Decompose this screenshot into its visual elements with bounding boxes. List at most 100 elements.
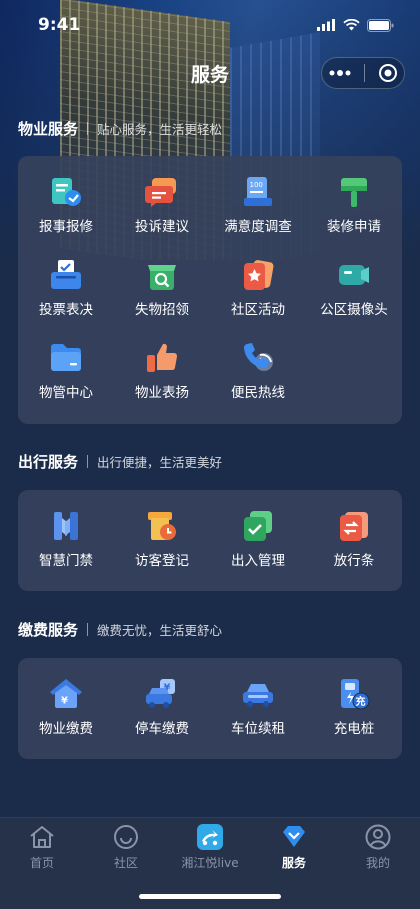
service-item-label: 物业表扬 (135, 385, 189, 401)
wifi-icon (343, 19, 360, 31)
tab-profile[interactable]: 我的 (336, 818, 420, 876)
service-item-label: 投票表决 (39, 302, 93, 318)
payment-services-card: ¥ 物业缴费 ¥ 停车缴费 车位续租 充 充电桩 (18, 658, 402, 759)
service-item-label: 放行条 (333, 553, 375, 569)
service-item-release-pass[interactable]: 放行条 (306, 490, 402, 573)
section-header-payment: 缴费服务 缴费无忧，生活更舒心 (18, 619, 222, 640)
release-pass-icon (340, 512, 368, 541)
section-divider (87, 455, 89, 468)
tab-label: 服务 (281, 856, 306, 870)
status-time: 9:41 (38, 15, 81, 35)
service-item-label: 出入管理 (231, 553, 285, 569)
car-yuan-icon: ¥ (146, 679, 175, 708)
paint-roller-icon (341, 178, 367, 207)
service-item-vote[interactable]: 投票表决 (18, 239, 114, 322)
gate-icon (54, 512, 78, 540)
status-bar: 9:41 (0, 0, 420, 50)
service-item-camera[interactable]: 公区摄像头 (306, 239, 402, 322)
section-title: 物业服务 (18, 120, 79, 138)
service-item-hotline[interactable]: 便民热线 (210, 322, 306, 405)
property-services-card: 报事报修 投诉建议 100 满意度调查 装修申请 投票表决 失物招领 社区活动 (18, 156, 402, 424)
vote-box-icon (51, 260, 81, 289)
thumbs-up-icon (147, 343, 178, 372)
smile-icon (114, 825, 138, 849)
section-subtitle: 贴心服务，生活更轻松 (97, 122, 223, 137)
service-item-parking-renewal[interactable]: 车位续租 (210, 658, 306, 741)
service-item-smart-gate[interactable]: 智慧门禁 (18, 490, 114, 573)
close-target-icon[interactable] (378, 63, 398, 83)
service-item-charging-pile[interactable]: 充 充电桩 (306, 658, 402, 741)
service-item-community-event[interactable]: 社区活动 (210, 239, 306, 322)
svg-text:100: 100 (250, 181, 263, 189)
service-item-label: 报事报修 (39, 219, 93, 235)
tab-live[interactable]: 湘江悦live (168, 818, 252, 876)
service-item-label: 便民热线 (231, 385, 285, 401)
service-item-label: 物业缴费 (39, 721, 93, 737)
capsule-divider (363, 64, 365, 82)
section-title: 缴费服务 (18, 621, 79, 639)
tab-label: 湘江悦live (181, 856, 239, 870)
section-subtitle: 缴费无忧，生活更舒心 (97, 623, 223, 638)
status-icons (317, 18, 394, 32)
service-item-label: 失物招领 (135, 302, 189, 318)
service-diamond-icon (283, 826, 305, 847)
access-check-icon (244, 511, 272, 541)
service-item-label: 智慧门禁 (39, 553, 93, 569)
tab-community[interactable]: 社区 (84, 818, 168, 876)
complaint-chat-icon (145, 178, 176, 207)
service-item-label: 公区摄像头 (320, 302, 388, 318)
mini-program-capsule (321, 57, 405, 89)
battery-icon (367, 18, 394, 32)
tab-services[interactable]: 服务 (252, 818, 336, 876)
service-item-parking-fee[interactable]: ¥ 停车缴费 (114, 658, 210, 741)
service-item-label: 充电桩 (333, 721, 375, 737)
section-divider (87, 623, 89, 636)
more-icon[interactable] (329, 70, 351, 76)
service-item-survey[interactable]: 100 满意度调查 (210, 156, 306, 239)
service-item-label: 社区活动 (231, 302, 285, 318)
service-item-label: 装修申请 (327, 219, 381, 235)
service-item-decoration[interactable]: 装修申请 (306, 156, 402, 239)
tab-label: 首页 (29, 856, 54, 870)
charger-badge: 充 (356, 695, 366, 708)
lost-found-icon (148, 265, 176, 290)
service-item-label: 物管中心 (39, 385, 93, 401)
section-subtitle: 出行便捷，生活更美好 (97, 455, 223, 470)
signal-icon (317, 19, 335, 31)
community-star-icon (244, 260, 274, 290)
section-divider (87, 122, 89, 135)
home-indicator (139, 894, 281, 899)
svg-text:¥: ¥ (61, 696, 68, 707)
service-item-praise[interactable]: 物业表扬 (114, 322, 210, 405)
house-yuan-icon: ¥ (50, 679, 82, 708)
service-item-label: 停车缴费 (135, 721, 189, 737)
service-item-visitor[interactable]: 访客登记 (114, 490, 210, 573)
section-header-property: 物业服务 贴心服务，生活更轻松 (18, 118, 222, 139)
repair-report-icon (52, 178, 81, 206)
phone-icon (243, 343, 273, 371)
visitor-icon (148, 512, 176, 540)
charger-icon: 充 (341, 679, 370, 710)
service-item-access[interactable]: 出入管理 (210, 490, 306, 573)
section-title: 出行服务 (18, 453, 79, 471)
profile-icon (365, 824, 391, 850)
bottom-tab-bar: 首页 社区 湘江悦live 服务 我的 (0, 817, 420, 909)
travel-services-card: 智慧门禁 访客登记 出入管理 放行条 (18, 490, 402, 591)
tab-home[interactable]: 首页 (0, 818, 84, 876)
section-header-travel: 出行服务 出行便捷，生活更美好 (18, 451, 222, 472)
service-item-label: 满意度调查 (224, 219, 292, 235)
folder-icon (51, 344, 81, 371)
service-item-lost-found[interactable]: 失物招领 (114, 239, 210, 322)
service-item-complaint[interactable]: 投诉建议 (114, 156, 210, 239)
camera-icon (339, 265, 369, 285)
service-item-management-center[interactable]: 物管中心 (18, 322, 114, 405)
service-item-property-fee[interactable]: ¥ 物业缴费 (18, 658, 114, 741)
survey-icon: 100 (244, 177, 272, 206)
tab-label: 社区 (113, 856, 138, 870)
service-item-repair[interactable]: 报事报修 (18, 156, 114, 239)
car-icon (243, 684, 273, 707)
tab-label: 我的 (365, 856, 390, 870)
live-logo-icon (197, 824, 223, 850)
service-item-label: 访客登记 (135, 553, 189, 569)
service-item-label: 车位续租 (231, 721, 285, 737)
